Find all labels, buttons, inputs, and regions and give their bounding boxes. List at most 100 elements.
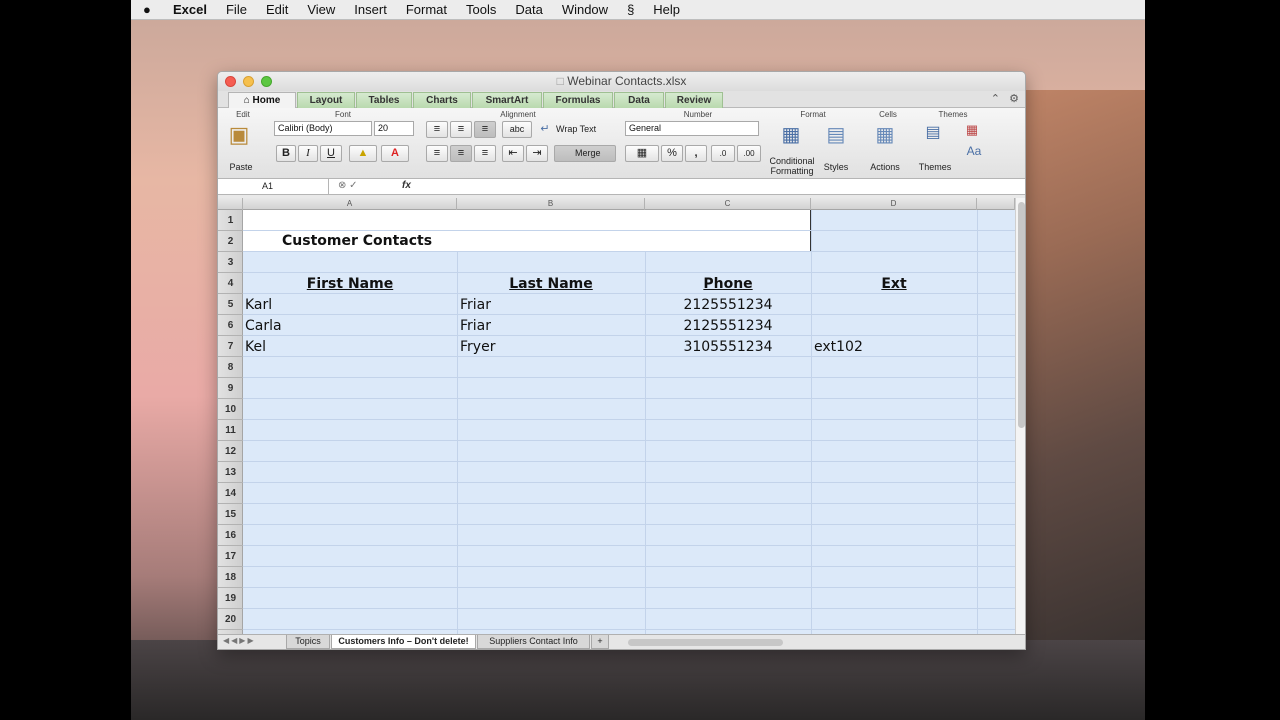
name-box[interactable]: A1 [218,179,329,194]
row-header[interactable]: 10 [218,399,243,420]
font-name-select[interactable]: Calibri (Body) [274,121,372,136]
underline-button[interactable]: U [320,145,342,162]
cell-d7[interactable]: ext102 [814,337,863,358]
row-header[interactable]: 18 [218,567,243,588]
tab-data[interactable]: Data [614,92,664,108]
row-header[interactable]: 15 [218,504,243,525]
row-header[interactable]: 7 [218,336,243,357]
cell-c7[interactable]: 3105551234 [645,337,811,358]
select-all-corner[interactable] [218,198,243,210]
number-format-select[interactable]: General [625,121,759,136]
font-color-button[interactable]: A [381,145,409,162]
increase-indent-button[interactable]: ⇥ [526,145,548,162]
column-header-a[interactable]: A [243,198,457,210]
header-ext[interactable]: Ext [811,274,977,295]
align-center-button[interactable]: ≡ [450,145,472,162]
tab-home[interactable]: ⌂ Home [228,92,296,108]
align-bottom-button[interactable]: ≡ [474,121,496,138]
align-top-button[interactable]: ≡ [426,121,448,138]
script-icon[interactable]: § [627,2,634,17]
header-last-name[interactable]: Last Name [457,274,645,295]
row-header[interactable]: 12 [218,441,243,462]
vertical-scroll-thumb[interactable] [1018,202,1025,428]
title-cell[interactable]: Customer Contacts [282,231,432,252]
tab-layout[interactable]: Layout [297,92,355,108]
bold-button[interactable]: B [276,145,296,162]
sheet-tab-customers-info[interactable]: Customers Info – Don't delete! [331,635,476,649]
cells-actions-icon[interactable]: ▦ [870,122,900,147]
themes-button[interactable]: Themes [916,162,954,172]
sheet-tab-topics[interactable]: Topics [286,635,330,649]
tab-charts[interactable]: Charts [413,92,471,108]
merge-button[interactable]: Merge [554,145,616,162]
row-header[interactable]: 20 [218,609,243,630]
actions-button[interactable]: Actions [866,162,904,172]
column-header-e[interactable] [977,198,1015,210]
align-left-button[interactable]: ≡ [426,145,448,162]
currency-format-button[interactable]: ▦ [625,145,659,162]
menu-data[interactable]: Data [515,2,542,17]
sheet-tab-suppliers[interactable]: Suppliers Contact Info [477,635,590,649]
collapse-ribbon-icon[interactable]: ⌃ [991,93,1000,105]
percent-button[interactable]: % [661,145,683,162]
cell-c5[interactable]: 2125551234 [645,295,811,316]
row-header[interactable]: 19 [218,588,243,609]
menu-insert[interactable]: Insert [354,2,387,17]
confirm-icon[interactable]: ✓ [349,180,357,191]
tab-formulas[interactable]: Formulas [543,92,613,108]
row-header[interactable]: 8 [218,357,243,378]
menu-format[interactable]: Format [406,2,447,17]
row-header[interactable]: 2 [218,231,243,252]
cell-c6[interactable]: 2125551234 [645,316,811,337]
theme-colors-icon[interactable]: ▦ [962,122,982,138]
row-header[interactable]: 9 [218,378,243,399]
menu-edit[interactable]: Edit [266,2,288,17]
row-header[interactable]: 4 [218,273,243,294]
align-right-button[interactable]: ≡ [474,145,496,162]
tab-tables[interactable]: Tables [356,92,412,108]
menu-excel[interactable]: Excel [173,2,207,17]
cell-b6[interactable]: Friar [460,316,491,337]
italic-button[interactable]: I [298,145,318,162]
horizontal-scroll-thumb[interactable] [628,639,783,646]
theme-fonts-button[interactable]: Aa [962,145,986,157]
row-header[interactable]: 14 [218,483,243,504]
decrease-decimal-button[interactable]: .00 [737,145,761,162]
row-header[interactable]: 16 [218,525,243,546]
cell-b5[interactable]: Friar [460,295,491,316]
spreadsheet-grid[interactable]: A B C D 1 2 3 4 5 6 7 8 9 10 11 12 13 14 15 16 17 18 19 20 … [218,198,1015,634]
cell-a5[interactable]: Karl [245,295,272,316]
decrease-indent-button[interactable]: ⇤ [502,145,524,162]
zoom-window-button[interactable] [261,76,272,87]
add-sheet-button[interactable]: + [591,635,609,649]
row-header[interactable]: 13 [218,462,243,483]
fill-color-button[interactable]: ▲ [349,145,377,162]
row-header[interactable]: 17 [218,546,243,567]
vertical-scrollbar[interactable] [1015,198,1025,634]
orientation-button[interactable]: abc [502,121,532,138]
column-header-c[interactable]: C [645,198,811,210]
cell-b7[interactable]: Fryer [460,337,495,358]
row-header[interactable]: 11 [218,420,243,441]
paste-icon[interactable]: ▣ [227,122,251,148]
comma-button[interactable]: , [685,145,707,162]
conditional-formatting-icon[interactable]: ▦ [776,122,806,147]
gear-icon[interactable]: ⚙ [1009,93,1019,105]
header-phone[interactable]: Phone [645,274,811,295]
menu-help[interactable]: Help [653,2,680,17]
font-size-select[interactable]: 20 [374,121,414,136]
column-header-b[interactable]: B [457,198,645,210]
themes-icon[interactable]: ▤ [918,122,948,142]
close-window-button[interactable] [225,76,236,87]
tab-review[interactable]: Review [665,92,723,108]
row-header[interactable]: 3 [218,252,243,273]
row-header[interactable]: 5 [218,294,243,315]
insert-function-button[interactable]: fx [402,180,411,191]
cell-a6[interactable]: Carla [245,316,282,337]
sheet-nav-arrows[interactable]: ◀◀▶▶ [223,636,256,645]
apple-icon[interactable]: ● [143,2,161,17]
minimize-window-button[interactable] [243,76,254,87]
row-header[interactable]: 1 [218,210,243,231]
cancel-icon[interactable]: ⊗ [338,180,346,191]
menu-file[interactable]: File [226,2,247,17]
